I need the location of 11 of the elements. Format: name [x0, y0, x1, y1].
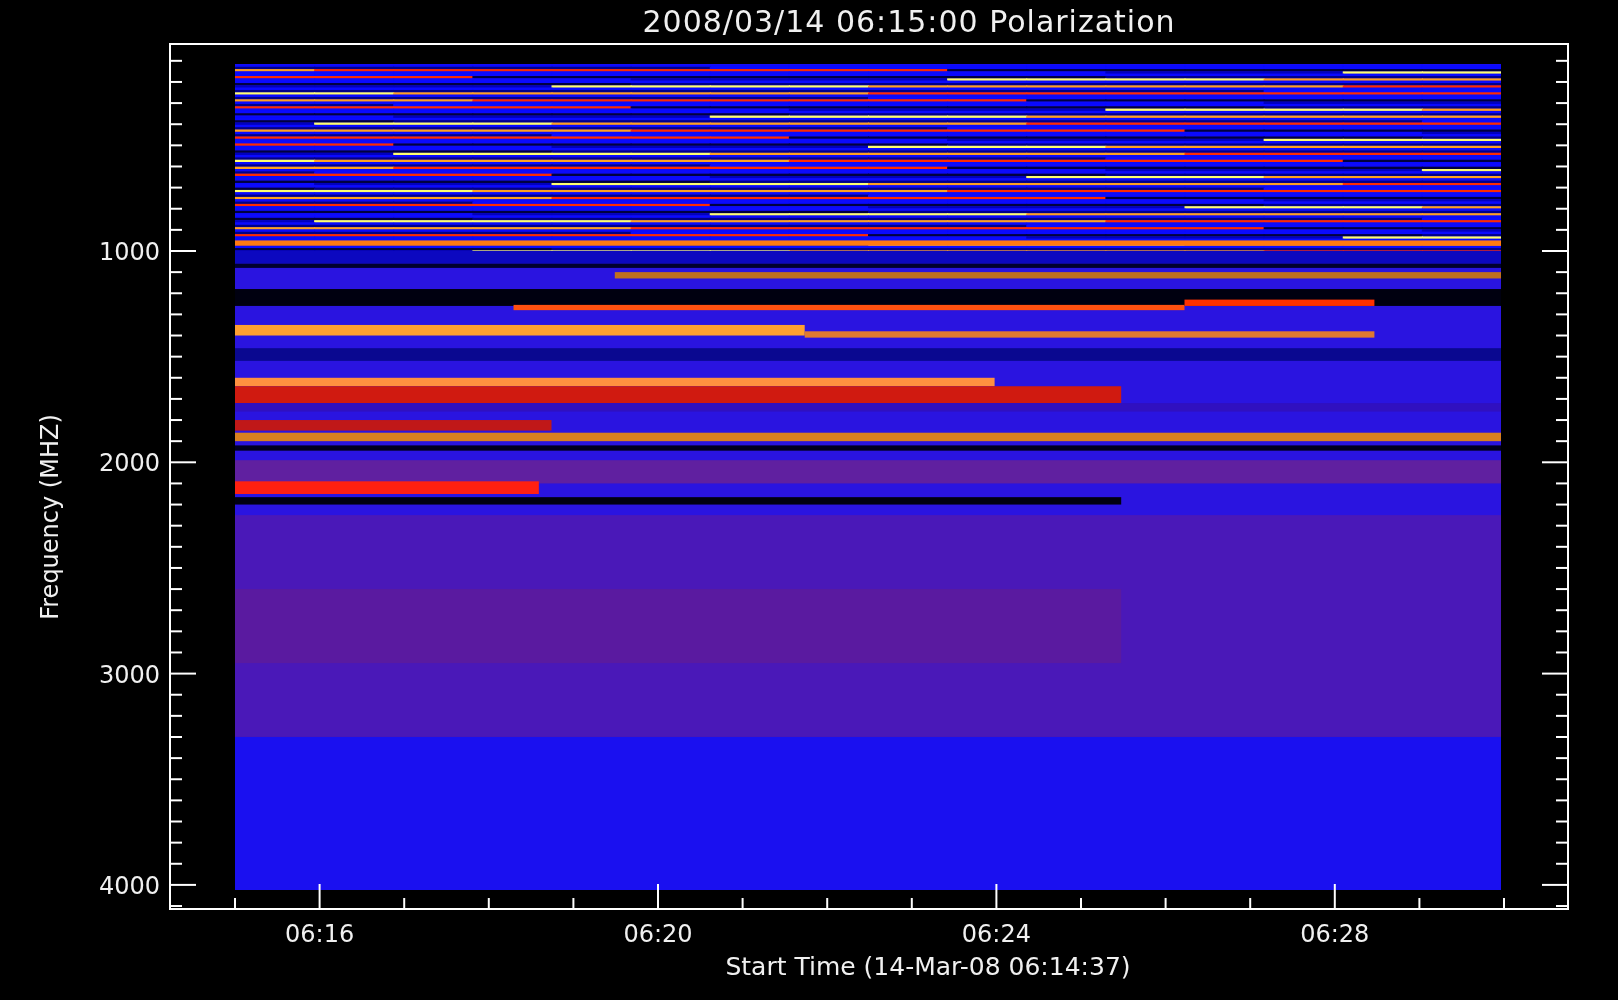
tick-label: 06:28	[1300, 920, 1370, 948]
tick-label: 06:16	[285, 920, 355, 948]
axis-label: Start Time (14-Mar-08 06:14:37)	[725, 952, 1131, 981]
tick-label: 4000	[100, 871, 160, 900]
tick-label: 06:24	[961, 920, 1031, 948]
axis-label: Frequency (MHZ)	[36, 413, 64, 620]
tick-label: 1000	[100, 238, 160, 266]
tick-label: 2000	[100, 449, 160, 478]
chart-title: 2008/03/14 06:15:00 Polarization	[641, 3, 1177, 41]
tick-label: 3000	[100, 660, 160, 689]
tick-label: 06:20	[623, 920, 693, 948]
